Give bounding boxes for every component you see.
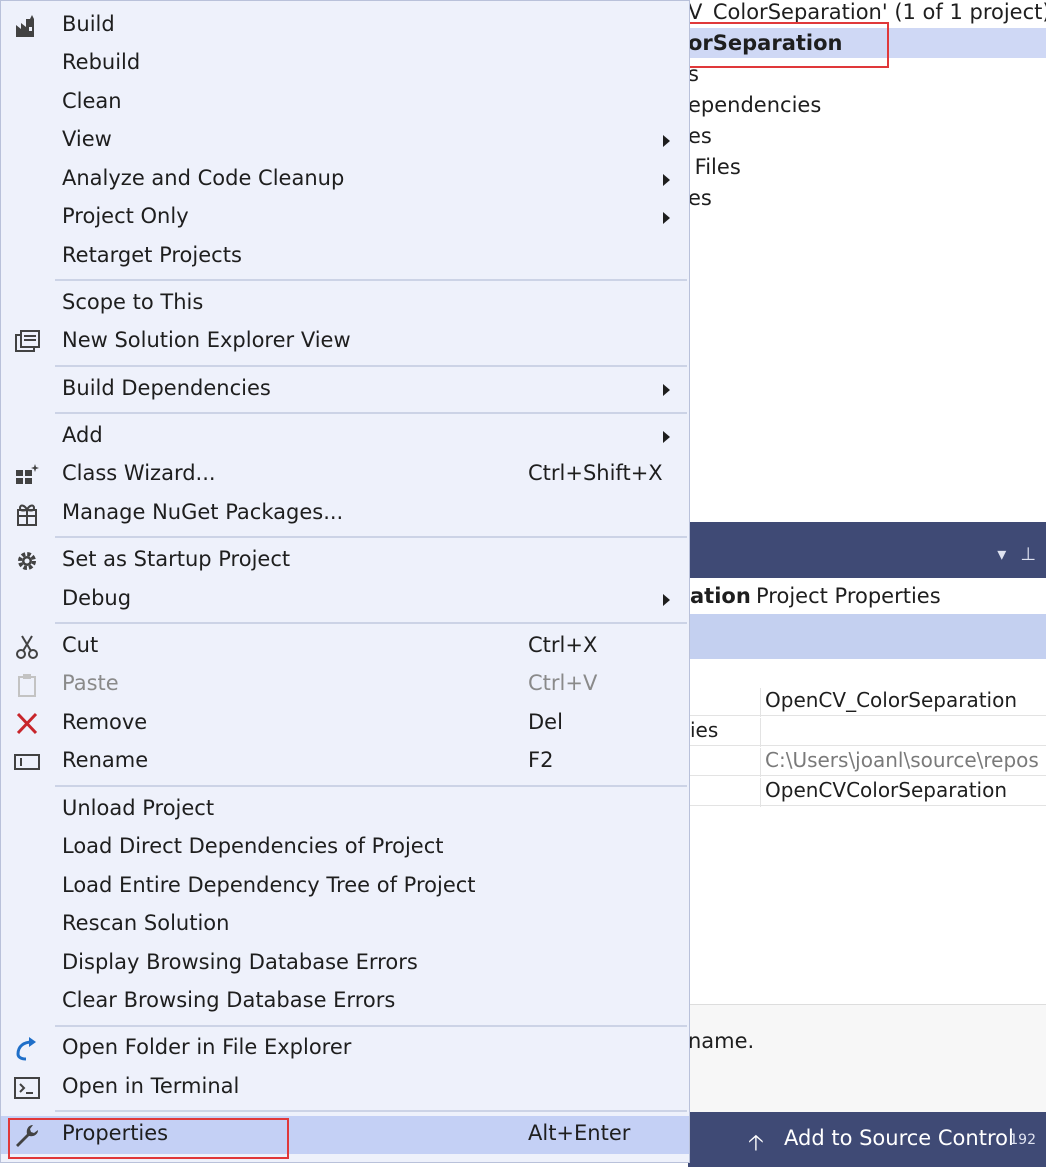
submenu-arrow-icon: [663, 212, 670, 224]
submenu-arrow-icon: [663, 174, 670, 186]
property-description-text: name.: [688, 1029, 755, 1053]
menu-item-open-folder-in-file-explorer[interactable]: Open Folder in File Explorer: [1, 1030, 689, 1068]
menu-item-build-dependencies[interactable]: Build Dependencies: [1, 371, 689, 409]
menu-item-paste: Paste Ctrl+V: [1, 666, 689, 704]
property-value[interactable]: C:\Users\joanl\source\repos: [760, 748, 1046, 777]
rename-icon: [11, 749, 43, 775]
submenu-arrow-icon: [663, 431, 670, 443]
build-icon: [11, 13, 43, 39]
property-key: ies: [690, 718, 719, 742]
menu-item-retarget-projects[interactable]: Retarget Projects: [1, 238, 689, 276]
property-value[interactable]: OpenCV_ColorSeparation: [760, 688, 1046, 717]
class-wizard-icon: [11, 462, 43, 488]
menu-item-project-only[interactable]: Project Only: [1, 199, 689, 237]
menu-separator: [55, 785, 687, 787]
menu-item-build[interactable]: Build: [1, 7, 689, 45]
dropdown-arrow-icon[interactable]: ▾: [997, 544, 1006, 565]
properties-panel: ▾ ⊥ ation Project Properties OpenCV_Colo…: [688, 522, 1046, 1167]
tree-item[interactable]: es: [688, 124, 712, 148]
menu-separator: [55, 1110, 687, 1112]
menu-separator: [55, 622, 687, 624]
status-bar: 🡡 Add to Source Control 192: [688, 1112, 1046, 1167]
property-row[interactable]: ies: [688, 715, 1046, 747]
clipboard-icon: [11, 672, 43, 698]
open-folder-arrow-icon: [11, 1036, 43, 1062]
add-to-source-control-button[interactable]: Add to Source Control: [784, 1126, 1014, 1150]
tree-item[interactable]: Files: [688, 155, 741, 179]
menu-item-clean[interactable]: Clean: [1, 84, 689, 122]
menu-separator: [55, 279, 687, 281]
submenu-arrow-icon: [663, 384, 670, 396]
property-value[interactable]: [760, 718, 1046, 747]
property-description: name.: [688, 1004, 1046, 1115]
property-grid: OpenCV_ColorSeparation ies C:\Users\joan…: [688, 659, 1046, 1004]
menu-item-remove[interactable]: Remove Del: [1, 705, 689, 743]
submenu-arrow-icon: [663, 135, 670, 147]
properties-toolbar: [688, 614, 1046, 659]
properties-object-type: Project Properties: [756, 584, 941, 608]
property-row[interactable]: OpenCVColorSeparation: [688, 775, 1046, 807]
properties-object-name: ation: [690, 584, 751, 608]
menu-item-rename[interactable]: Rename F2: [1, 743, 689, 781]
remove-x-icon: [11, 711, 43, 737]
menu-item-scope-to-this[interactable]: Scope to This: [1, 285, 689, 323]
menu-item-unload-project[interactable]: Unload Project: [1, 791, 689, 829]
annotation-box-properties: [8, 1118, 289, 1159]
menu-item-new-solution-explorer-view[interactable]: New Solution Explorer View: [1, 323, 689, 361]
terminal-icon: [11, 1075, 43, 1101]
solution-header: V_ColorSeparation' (1 of 1 project): [688, 0, 1046, 24]
menu-item-open-in-terminal[interactable]: Open in Terminal: [1, 1069, 689, 1107]
menu-separator: [55, 365, 687, 367]
submenu-arrow-icon: [663, 594, 670, 606]
menu-item-view[interactable]: View: [1, 122, 689, 160]
tree-item[interactable]: ependencies: [688, 93, 821, 117]
property-row[interactable]: OpenCV_ColorSeparation: [688, 685, 1046, 717]
menu-item-analyze-code-cleanup[interactable]: Analyze and Code Cleanup: [1, 161, 689, 199]
new-view-icon: [11, 329, 43, 355]
status-number: 192: [1009, 1132, 1036, 1148]
menu-separator: [55, 536, 687, 538]
menu-item-display-browsing-database-errors[interactable]: Display Browsing Database Errors: [1, 945, 689, 983]
property-row[interactable]: C:\Users\joanl\source\repos: [688, 745, 1046, 777]
menu-item-rebuild[interactable]: Rebuild: [1, 45, 689, 83]
menu-item-rescan-solution[interactable]: Rescan Solution: [1, 906, 689, 944]
gear-icon: [11, 548, 43, 574]
nuget-icon: [11, 501, 43, 527]
properties-titlebar: ▾ ⊥: [688, 522, 1046, 578]
menu-item-load-entire-dependency-tree[interactable]: Load Entire Dependency Tree of Project: [1, 868, 689, 906]
menu-separator: [55, 1025, 687, 1027]
menu-item-class-wizard[interactable]: Class Wizard... Ctrl+Shift+X: [1, 456, 689, 494]
up-arrow-icon[interactable]: 🡡: [748, 1126, 764, 1164]
menu-item-clear-browsing-database-errors[interactable]: Clear Browsing Database Errors: [1, 983, 689, 1021]
properties-object-header[interactable]: ation Project Properties: [688, 578, 1046, 614]
tree-item[interactable]: es: [688, 186, 712, 210]
annotation-box-project: [666, 22, 889, 68]
menu-item-set-as-startup-project[interactable]: Set as Startup Project: [1, 542, 689, 580]
menu-item-manage-nuget-packages[interactable]: Manage NuGet Packages...: [1, 495, 689, 533]
pin-icon[interactable]: ⊥: [1020, 544, 1036, 565]
menu-item-load-direct-dependencies[interactable]: Load Direct Dependencies of Project: [1, 829, 689, 867]
menu-item-cut[interactable]: Cut Ctrl+X: [1, 628, 689, 666]
property-value[interactable]: OpenCVColorSeparation: [760, 778, 1046, 807]
project-context-menu: Build Rebuild Clean View Analyze and Cod…: [0, 0, 690, 1163]
menu-item-add[interactable]: Add: [1, 418, 689, 456]
menu-item-debug[interactable]: Debug: [1, 581, 689, 619]
menu-separator: [55, 412, 687, 414]
scissors-icon: [11, 634, 43, 660]
